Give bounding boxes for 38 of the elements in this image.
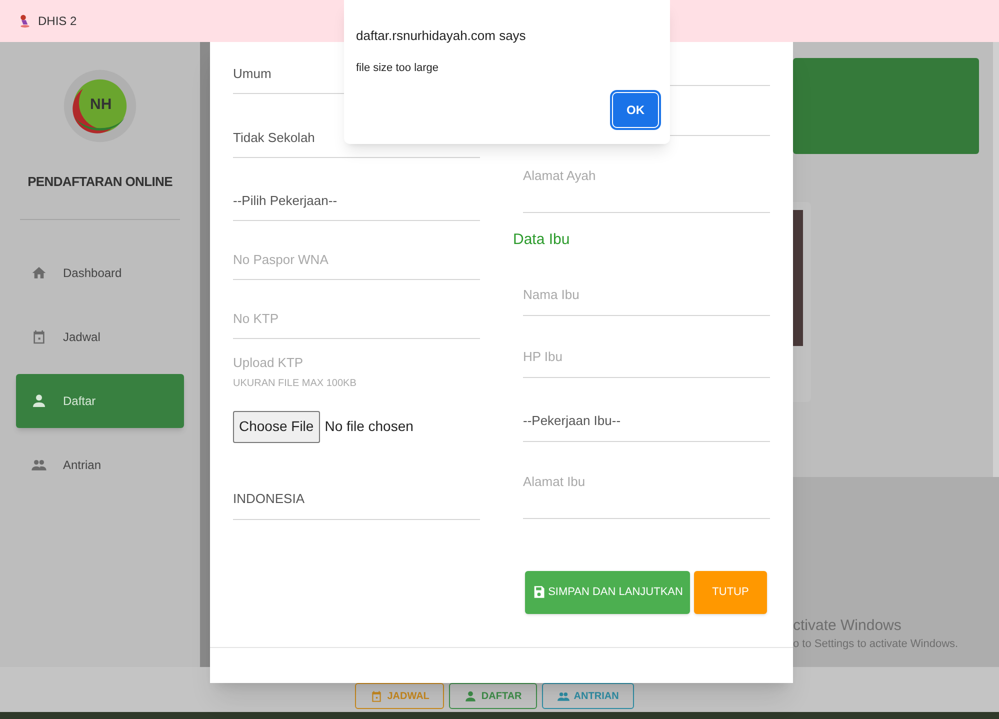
person-icon [464, 690, 478, 702]
nav-item[interactable]: Daftar [16, 374, 184, 428]
favicon-icon [18, 14, 32, 28]
alert-title: daftar.rsnurhidayah.com says [356, 27, 527, 45]
nav-item[interactable]: Jadwal [16, 310, 184, 364]
sidebar-title: PENDAFTARAN ONLINE [28, 173, 172, 191]
bottom-nav-button[interactable]: JADWAL [355, 683, 444, 709]
section-heading: Data Ibu [513, 230, 571, 250]
bottom-nav-button[interactable]: ANTRIAN [542, 683, 634, 709]
nav-item[interactable]: Dashboard [16, 246, 184, 300]
ok-button[interactable]: OK [613, 93, 658, 127]
person-icon [31, 392, 47, 408]
file-status: No file chosen [324, 417, 414, 436]
upload-hint: UKURAN FILE MAX 100KB [233, 376, 358, 390]
bottom-nav-button[interactable]: DAFTAR [449, 683, 537, 709]
home-icon [31, 264, 47, 280]
input-field[interactable]: Nama Ibu [523, 278, 770, 316]
input-field[interactable]: INDONESIA [233, 482, 480, 520]
input-field[interactable]: No Paspor WNA [233, 242, 480, 280]
tab-title[interactable]: DHIS 2 [38, 12, 77, 30]
activation-notice-text: o to Settings to activate Windows. [793, 636, 958, 652]
input-field[interactable]: HP Ibu [523, 340, 770, 378]
alert-message: file size too large [356, 60, 440, 76]
calendar-icon [31, 328, 47, 344]
textarea-field[interactable]: Alamat Ayah [523, 161, 770, 213]
close-button[interactable]: TUTUP [694, 570, 767, 614]
input-field[interactable]: No KTP [233, 301, 480, 339]
logo-text: NH [90, 95, 112, 115]
save-button[interactable]: SIMPAN DAN LANJUTKAN [525, 570, 690, 614]
select-field[interactable]: --Pilih Pekerjaan-- [233, 183, 480, 221]
textarea-field[interactable]: Alamat Ibu [523, 466, 770, 518]
people-icon [556, 690, 570, 702]
calendar-icon [370, 690, 384, 702]
activation-notice-title: ctivate Windows [793, 617, 902, 636]
upload-label: Upload KTP [233, 354, 304, 372]
select-field[interactable]: --Pekerjaan Ibu-- [523, 404, 770, 442]
choose-file-button[interactable]: Choose File [233, 410, 320, 442]
nav-item[interactable]: Antrian [16, 438, 184, 492]
